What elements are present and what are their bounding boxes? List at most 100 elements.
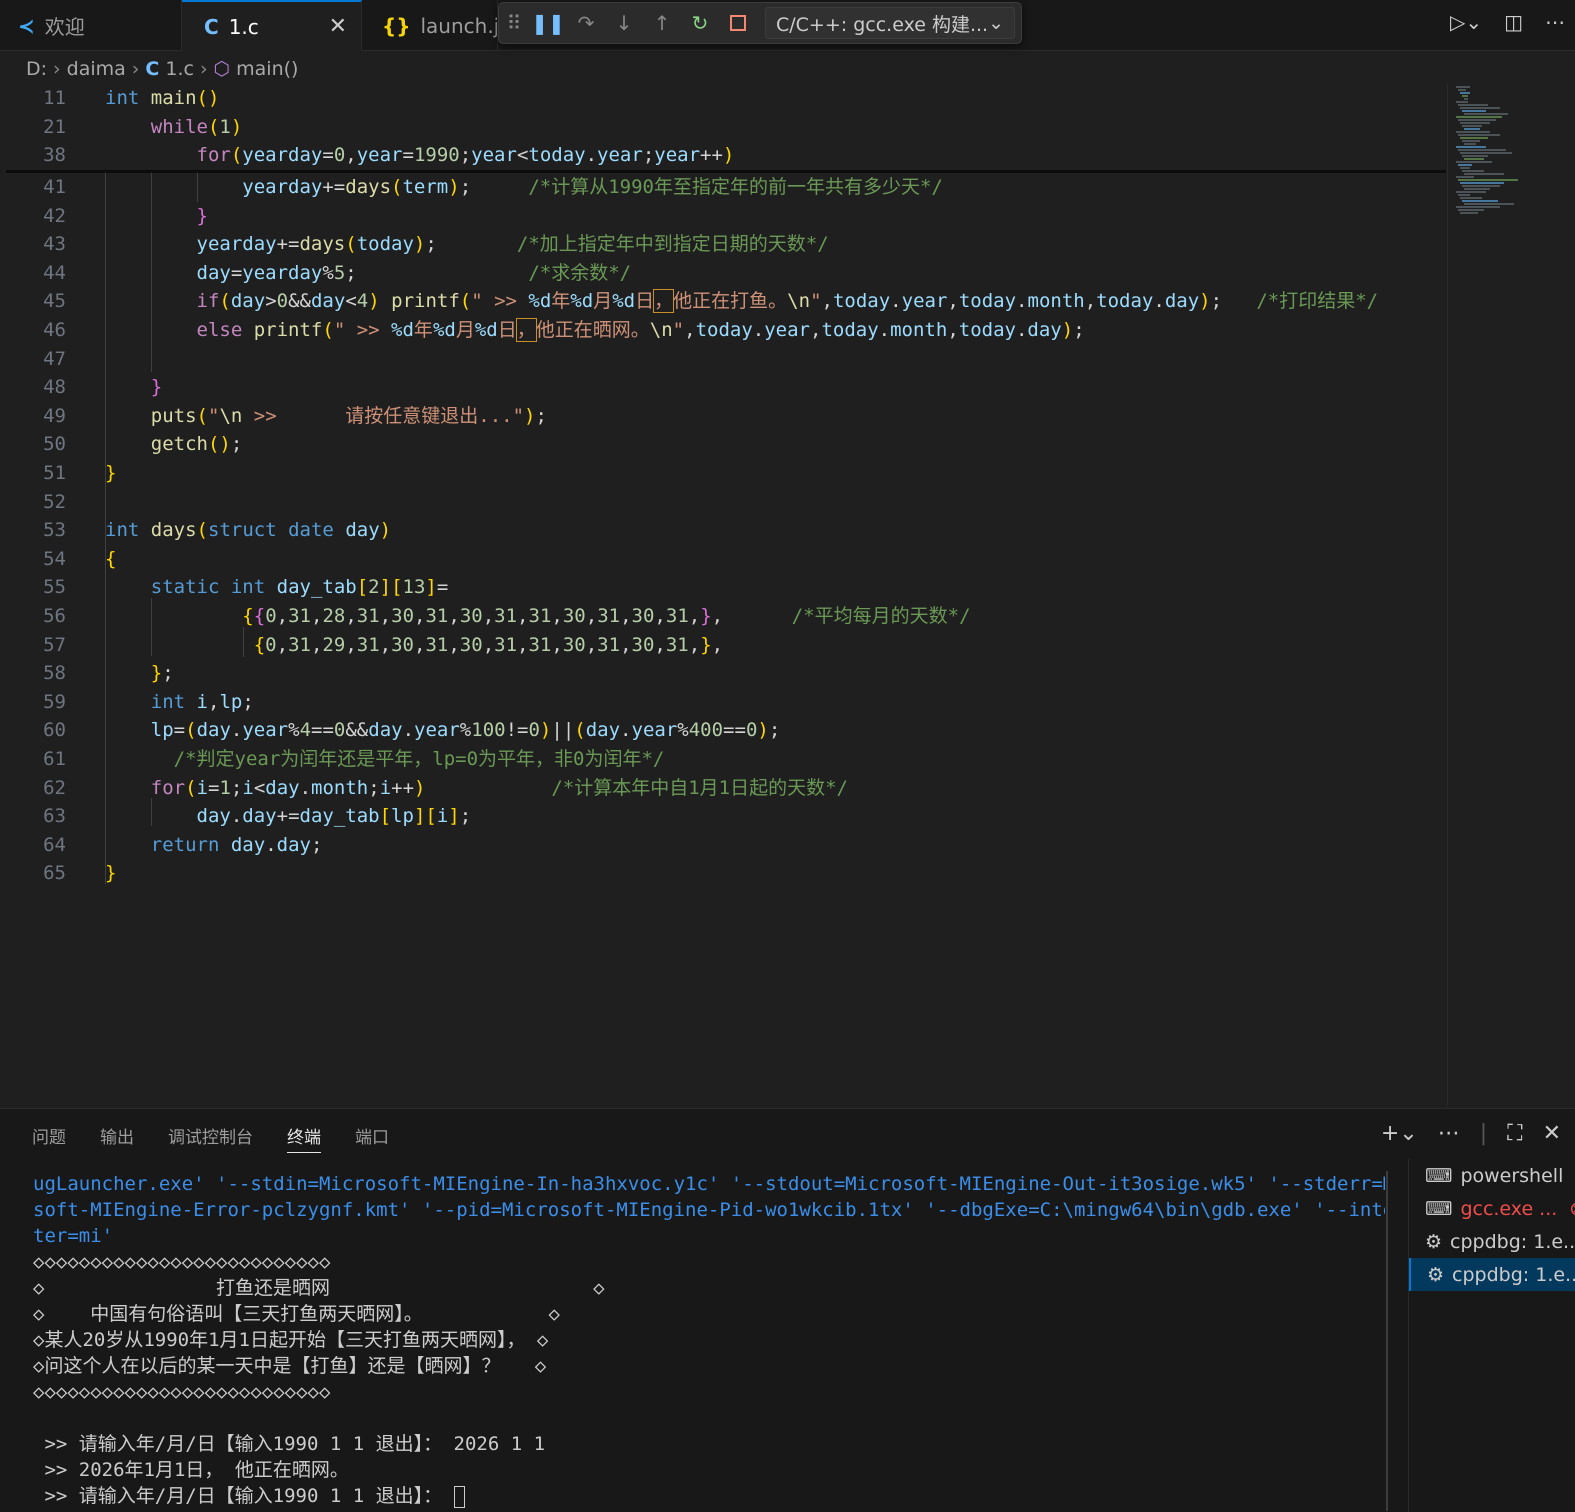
code-line[interactable]: 44 day=yearday%5; /*求余数*/: [0, 259, 1440, 287]
code-text: /*判定year为闰年还是平年，lp=0为平年，非0为闰年*/: [173, 748, 665, 770]
sticky-scroll-line[interactable]: 11 int main(): [0, 84, 1440, 112]
code-line[interactable]: 64 return day.day;: [0, 831, 1440, 859]
code-line[interactable]: 42 }: [0, 202, 1440, 230]
split-editor-icon[interactable]: ◫: [1504, 10, 1523, 34]
symbol-method-icon: ⬡: [213, 58, 231, 80]
line-number: 46: [43, 319, 66, 341]
debug-gear-icon: ⚙: [1427, 1263, 1445, 1286]
terminal-session-item[interactable]: ⚙ cppdbg: 1.e...: [1409, 1225, 1575, 1258]
minimap-line: [1456, 206, 1500, 208]
line-number: 50: [43, 433, 66, 456]
code-text: {0,31,29,31,30,31,30,31,31,30,31,30,31,}…: [253, 633, 724, 656]
more-actions-icon[interactable]: ⋯: [1438, 1121, 1460, 1146]
minimap-line: [1456, 101, 1468, 103]
line-number: 62: [43, 776, 66, 799]
code-line[interactable]: 51}: [0, 459, 1440, 487]
terminal-scrollbar[interactable]: [1386, 1171, 1388, 1511]
tab-terminal[interactable]: 终端: [287, 1123, 321, 1153]
code-line[interactable]: 48 }: [0, 373, 1440, 401]
code-line[interactable]: 49 puts("\n >> 请按任意键退出...");: [0, 402, 1440, 430]
code-line[interactable]: 63 day.day+=day_tab[lp][i];: [0, 802, 1440, 830]
new-terminal-icon[interactable]: +⌄: [1381, 1121, 1418, 1146]
minimap-line: [1460, 92, 1470, 94]
code-line[interactable]: 50 getch();: [0, 430, 1440, 458]
code-text: if(day>0&&day<4) printf(" >> %d年%d月%d日，他…: [196, 289, 1379, 314]
minimap-line: [1456, 86, 1470, 88]
code-editor[interactable]: 11 int main() 21 while(1) 38 for(yearday=0,…: [0, 84, 1445, 1106]
code-line[interactable]: 53 int days(struct date day): [0, 516, 1440, 544]
sticky-scroll-divider: [6, 170, 1446, 173]
terminal-session-label: cppdbg: 1.e...: [1452, 1263, 1575, 1286]
breadcrumb-drive[interactable]: D:: [26, 58, 47, 80]
minimap-line: [1462, 95, 1468, 97]
tab-launch-json[interactable]: {} launch.jso: [362, 0, 498, 51]
line-number: 38: [43, 144, 66, 167]
code-line[interactable]: 62 for(i=1;i<day.month;i++) /*计算本年中自1月1日…: [0, 774, 1440, 802]
tab-problems[interactable]: 问题: [32, 1123, 66, 1153]
line-number: 54: [43, 547, 66, 570]
bottom-panel: 问题 输出 调试控制台 终端 端口 +⌄ ⋯ | ⛶ ✕ ugLauncher.…: [0, 1108, 1575, 1512]
breadcrumb-folder[interactable]: daima: [67, 58, 126, 80]
code-line[interactable]: 57 {0,31,29,31,30,31,30,31,31,30,31,30,3…: [0, 631, 1440, 659]
code-line[interactable]: 41 yearday+=days(term); /*计算从1990年至指定年的前…: [0, 173, 1440, 201]
code-line[interactable]: 55 static int day_tab[2][13]=: [0, 573, 1440, 601]
line-number: 45: [43, 290, 66, 313]
tab-debug-console[interactable]: 调试控制台: [168, 1123, 253, 1153]
minimap[interactable]: [1447, 84, 1565, 1106]
terminal-session-item[interactable]: ⌨ gcc.exe ... ⊗: [1409, 1192, 1575, 1225]
code-line[interactable]: 56 {{0,31,28,31,30,31,30,31,31,30,31,30,…: [0, 602, 1440, 630]
code-line[interactable]: 46 else printf(" >> %d年%d月%d日，他正在晒网。\n",…: [0, 316, 1440, 344]
minimap-line: [1456, 161, 1492, 163]
step-over-icon[interactable]: ↷: [567, 4, 605, 42]
drag-handle-icon[interactable]: ⠿: [499, 4, 529, 42]
close-icon[interactable]: ✕: [329, 14, 347, 39]
minimap-line: [1464, 143, 1476, 145]
code-line[interactable]: 59 int i,lp;: [0, 688, 1440, 716]
code-text: day=yearday%5; /*求余数*/: [196, 261, 632, 284]
code-line[interactable]: 65}: [0, 859, 1440, 887]
minimap-line: [1460, 182, 1504, 184]
maximize-panel-icon[interactable]: ⛶: [1507, 1121, 1522, 1146]
step-into-icon[interactable]: ↓: [605, 4, 643, 42]
tab-output[interactable]: 输出: [100, 1123, 134, 1153]
code-line[interactable]: 45 if(day>0&&day<4) printf(" >> %d年%d月%d…: [0, 287, 1440, 315]
sticky-scroll-line[interactable]: 21 while(1): [0, 112, 1440, 141]
code-text: for(yearday=0,year=1990;year<today.year;…: [196, 144, 735, 167]
code-text: lp=(day.year%4==0&&day.year%100!=0)||(da…: [150, 719, 781, 742]
terminal-line: ◇◇◇◇◇◇◇◇◇◇◇◇◇◇◇◇◇◇◇◇◇◇◇◇◇◇: [33, 1381, 331, 1403]
minimap-line: [1456, 116, 1502, 118]
code-line[interactable]: 47: [0, 345, 1440, 373]
minimap-line: [1458, 89, 1466, 91]
minimap-line: [1458, 119, 1496, 121]
line-number: 41: [43, 176, 66, 198]
terminal-output[interactable]: ugLauncher.exe' '--stdin=Microsoft-MIEng…: [33, 1171, 1385, 1511]
code-line[interactable]: 52: [0, 488, 1440, 516]
debug-gear-icon: ⚙: [1425, 1230, 1443, 1253]
restart-icon[interactable]: ↻: [681, 4, 719, 42]
code-line[interactable]: 60 lp=(day.year%4==0&&day.year%100!=0)||…: [0, 716, 1440, 744]
c-file-icon: C: [145, 58, 160, 80]
tab-1c[interactable]: C 1.c ✕: [182, 0, 362, 51]
step-out-icon[interactable]: ↑: [643, 4, 681, 42]
more-actions-icon[interactable]: ⋯: [1545, 10, 1565, 34]
editor-actions: ▷⌄ ◫ ⋯: [1450, 10, 1565, 34]
terminal-session-item[interactable]: ⚙ cppdbg: 1.e...: [1409, 1258, 1575, 1291]
sticky-scroll-line[interactable]: 38 for(yearday=0,year=1990;year<today.ye…: [0, 141, 1440, 170]
code-line[interactable]: 54 {: [0, 545, 1440, 573]
close-panel-icon[interactable]: ✕: [1543, 1121, 1561, 1146]
breadcrumb-file[interactable]: 1.c: [165, 58, 194, 80]
run-debug-icon[interactable]: ▷⌄: [1450, 10, 1482, 34]
pause-icon[interactable]: ❚❚: [529, 4, 567, 42]
terminal-session-item[interactable]: ⌨ powershell: [1409, 1159, 1575, 1192]
breadcrumb-symbol[interactable]: main(): [236, 58, 298, 80]
minimap-line: [1462, 140, 1480, 142]
code-line[interactable]: 58 };: [0, 659, 1440, 687]
code-line[interactable]: 43 yearday+=days(today); /*加上指定年中到指定日期的天…: [0, 230, 1440, 258]
tab-welcome[interactable]: ≺ 欢迎: [0, 0, 182, 51]
tab-ports[interactable]: 端口: [355, 1123, 389, 1153]
code-text: for(i=1;i<day.month;i++) /*计算本年中自1月1日起的天…: [150, 776, 848, 799]
debug-config-select[interactable]: C/C++: gcc.exe 构建... ⌄: [765, 7, 1015, 39]
line-number: 48: [43, 376, 66, 399]
stop-icon[interactable]: [719, 4, 757, 42]
code-line[interactable]: 61 /*判定year为闰年还是平年，lp=0为平年，非0为闰年*/: [0, 745, 1440, 773]
